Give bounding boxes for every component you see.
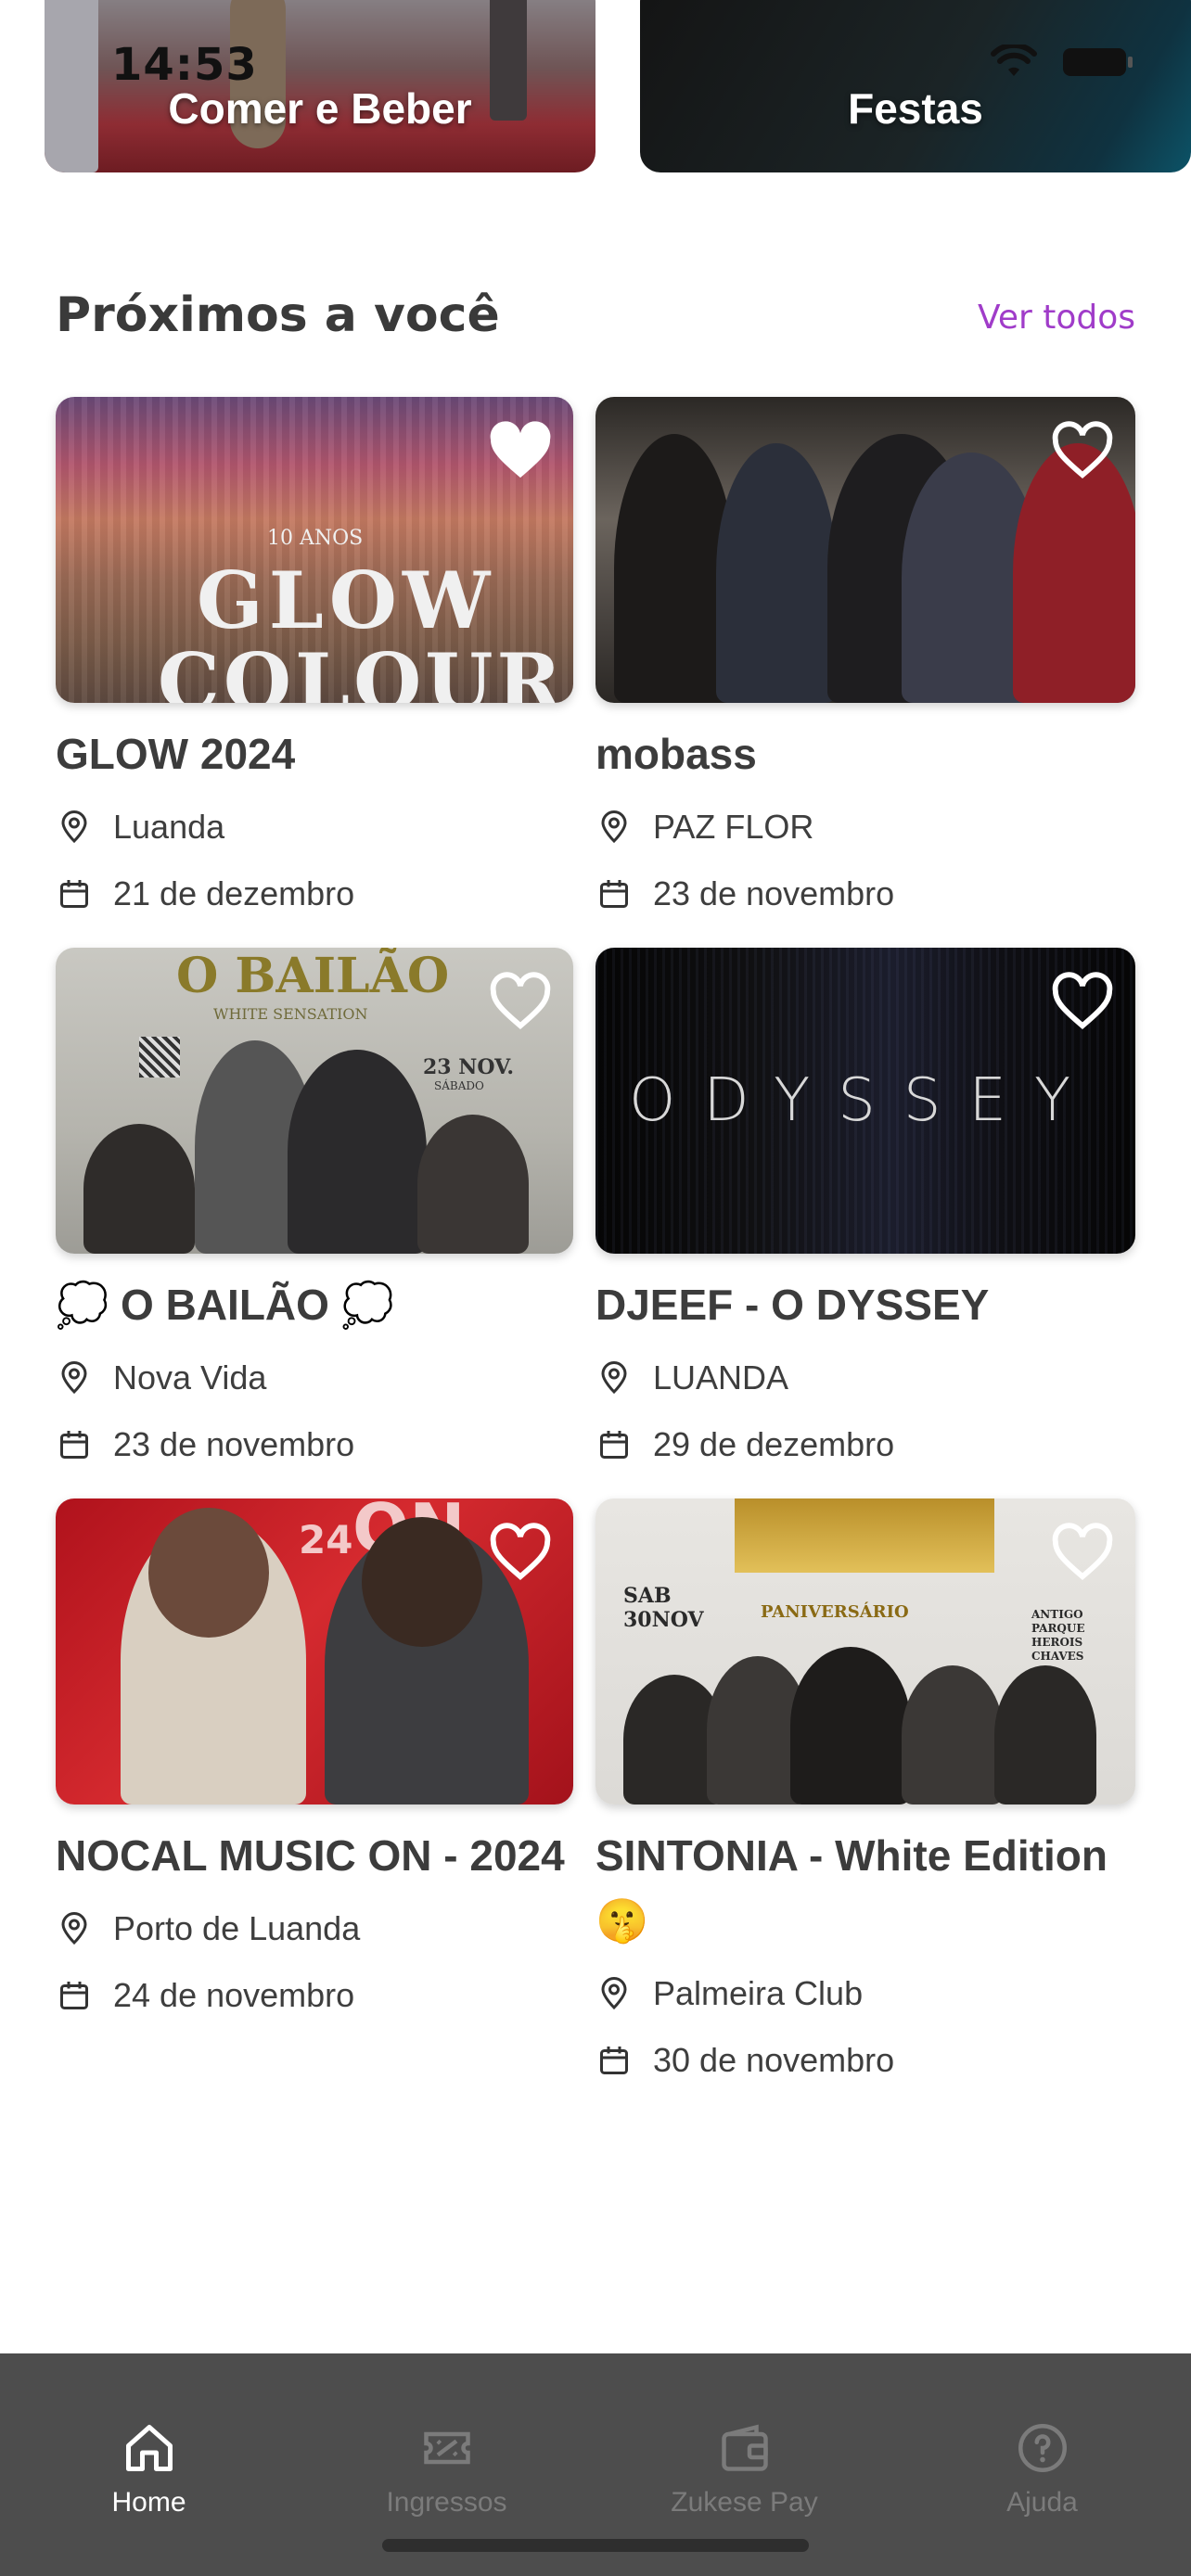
- date-text: 23 de novembro: [113, 1425, 355, 1463]
- section-title: Próximos a você: [56, 287, 500, 343]
- event-card[interactable]: ODYSSEY DJEEF - O DYSSEY LUANDA 29 de de…: [596, 948, 1135, 1471]
- nav-label: Zukese Pay: [671, 2487, 818, 2518]
- art-text: GLOW: [197, 555, 496, 646]
- date-text: 29 de dezembro: [653, 1425, 895, 1463]
- event-image[interactable]: 10 ANOS GLOW COLOUR: [56, 397, 573, 703]
- location-pin-icon: [601, 1361, 627, 1395]
- location-pin-icon: [61, 1361, 87, 1395]
- nav-label: Home: [111, 2487, 186, 2518]
- wallet-icon: [721, 2424, 768, 2471]
- location-text: Porto de Luanda: [113, 1909, 361, 1947]
- event-image[interactable]: ODYSSEY: [596, 948, 1135, 1254]
- event-card[interactable]: mobass PAZ FLOR 23 de novembro: [596, 397, 1135, 920]
- help-icon: [1018, 2424, 1067, 2472]
- event-location: Nova Vida: [56, 1352, 573, 1404]
- event-image[interactable]: [596, 397, 1135, 703]
- heart-filled-icon[interactable]: [488, 421, 553, 480]
- event-title: mobass: [596, 730, 757, 778]
- event-title: NOCAL MUSIC ON - 2024: [56, 1831, 565, 1880]
- event-location: Porto de Luanda: [56, 1903, 573, 1955]
- home-indicator: [382, 2539, 809, 2552]
- category-label: Comer e Beber: [168, 84, 472, 133]
- event-card[interactable]: O BAILÃO WHITE SENSATION 23 NOV. SÁBADO …: [56, 948, 573, 1471]
- location-pin-icon: [61, 1912, 87, 1945]
- date-text: 23 de novembro: [653, 874, 895, 912]
- location-text: PAZ FLOR: [653, 808, 814, 846]
- calendar-icon: [600, 880, 628, 908]
- heart-outline-icon[interactable]: [488, 972, 553, 1031]
- event-date: 23 de novembro: [56, 1419, 573, 1471]
- event-date: 21 de dezembro: [56, 868, 573, 920]
- art-text: O BAILÃO: [176, 948, 450, 1004]
- event-location: Luanda: [56, 801, 573, 853]
- event-image[interactable]: ON 24: [56, 1498, 573, 1804]
- calendar-icon: [60, 1431, 88, 1459]
- home-icon: [125, 2425, 173, 2471]
- home-screen: 14:53 Comer e Beber Festas Próximos a vo…: [0, 0, 1191, 2576]
- event-location: Palmeira Club: [596, 1968, 1135, 2020]
- nav-item-home[interactable]: Home: [0, 2353, 298, 2576]
- event-title: 💭 O BAILÃO 💭: [56, 1281, 394, 1329]
- nav-label: Ajuda: [1006, 2487, 1078, 2518]
- art-text: PANIVERSÁRIO: [761, 1602, 909, 1622]
- nav-label: Ingressos: [386, 2487, 507, 2518]
- calendar-icon: [60, 880, 88, 908]
- calendar-icon: [600, 1431, 628, 1459]
- art-text: 10 ANOS: [267, 527, 364, 550]
- event-card[interactable]: PANIVERSÁRIO SAB 30NOV ANTIGO PARQUE HER…: [596, 1498, 1135, 2086]
- event-title: GLOW 2024: [56, 730, 296, 778]
- location-text: Palmeira Club: [653, 1974, 864, 2012]
- art-text: WHITE SENSATION: [213, 1005, 368, 1023]
- event-title: SINTONIA - White Edition 🤫: [596, 1831, 1108, 1945]
- heart-outline-icon[interactable]: [1050, 421, 1115, 480]
- event-image[interactable]: O BAILÃO WHITE SENSATION 23 NOV. SÁBADO: [56, 948, 573, 1254]
- heart-outline-icon[interactable]: [488, 1523, 553, 1582]
- calendar-icon: [60, 1982, 88, 2009]
- event-image[interactable]: PANIVERSÁRIO SAB 30NOV ANTIGO PARQUE HER…: [596, 1498, 1135, 1804]
- art-text: SÁBADO: [434, 1079, 484, 1092]
- heart-outline-icon[interactable]: [1050, 1523, 1115, 1582]
- date-text: 24 de novembro: [113, 1976, 355, 2014]
- calendar-icon: [600, 2047, 628, 2074]
- category-label: Festas: [848, 84, 983, 133]
- event-date: 24 de novembro: [56, 1970, 573, 2021]
- event-card[interactable]: ON 24 NOCAL MUSIC ON - 2024 Porto de Lua…: [56, 1498, 573, 2021]
- date-text: 21 de dezembro: [113, 874, 355, 912]
- see-all-link[interactable]: Ver todos: [978, 299, 1135, 337]
- category-parties[interactable]: Festas: [640, 0, 1191, 172]
- art-text: 24: [299, 1517, 353, 1562]
- art-banner: [735, 1498, 994, 1573]
- location-pin-icon: [601, 810, 627, 844]
- art-text: SAB 30NOV: [623, 1584, 704, 1632]
- event-title: DJEEF - O DYSSEY: [596, 1281, 990, 1329]
- event-date: 29 de dezembro: [596, 1419, 1135, 1471]
- category-food-drink[interactable]: Comer e Beber: [45, 0, 596, 172]
- art-text: 23 NOV.: [423, 1055, 515, 1079]
- event-location: PAZ FLOR: [596, 801, 1135, 853]
- qr-code: [139, 1037, 180, 1078]
- art-text: ODYSSEY: [629, 1066, 1099, 1135]
- ticket-icon: [423, 2431, 470, 2465]
- location-pin-icon: [601, 1977, 627, 2010]
- event-card[interactable]: 10 ANOS GLOW COLOUR GLOW 2024 Luanda 21 …: [56, 397, 573, 920]
- art-text: ANTIGO PARQUE HEROIS CHAVES: [1031, 1608, 1085, 1663]
- nav-item-help[interactable]: Ajuda: [893, 2353, 1191, 2576]
- art-text: COLOUR: [158, 636, 566, 703]
- event-location: LUANDA: [596, 1352, 1135, 1404]
- location-text: Luanda: [113, 808, 225, 846]
- location-text: Nova Vida: [113, 1358, 267, 1396]
- heart-outline-icon[interactable]: [1050, 972, 1115, 1031]
- event-date: 23 de novembro: [596, 868, 1135, 920]
- location-pin-icon: [61, 810, 87, 844]
- date-text: 30 de novembro: [653, 2041, 895, 2079]
- location-text: LUANDA: [653, 1358, 789, 1396]
- event-date: 30 de novembro: [596, 2034, 1135, 2086]
